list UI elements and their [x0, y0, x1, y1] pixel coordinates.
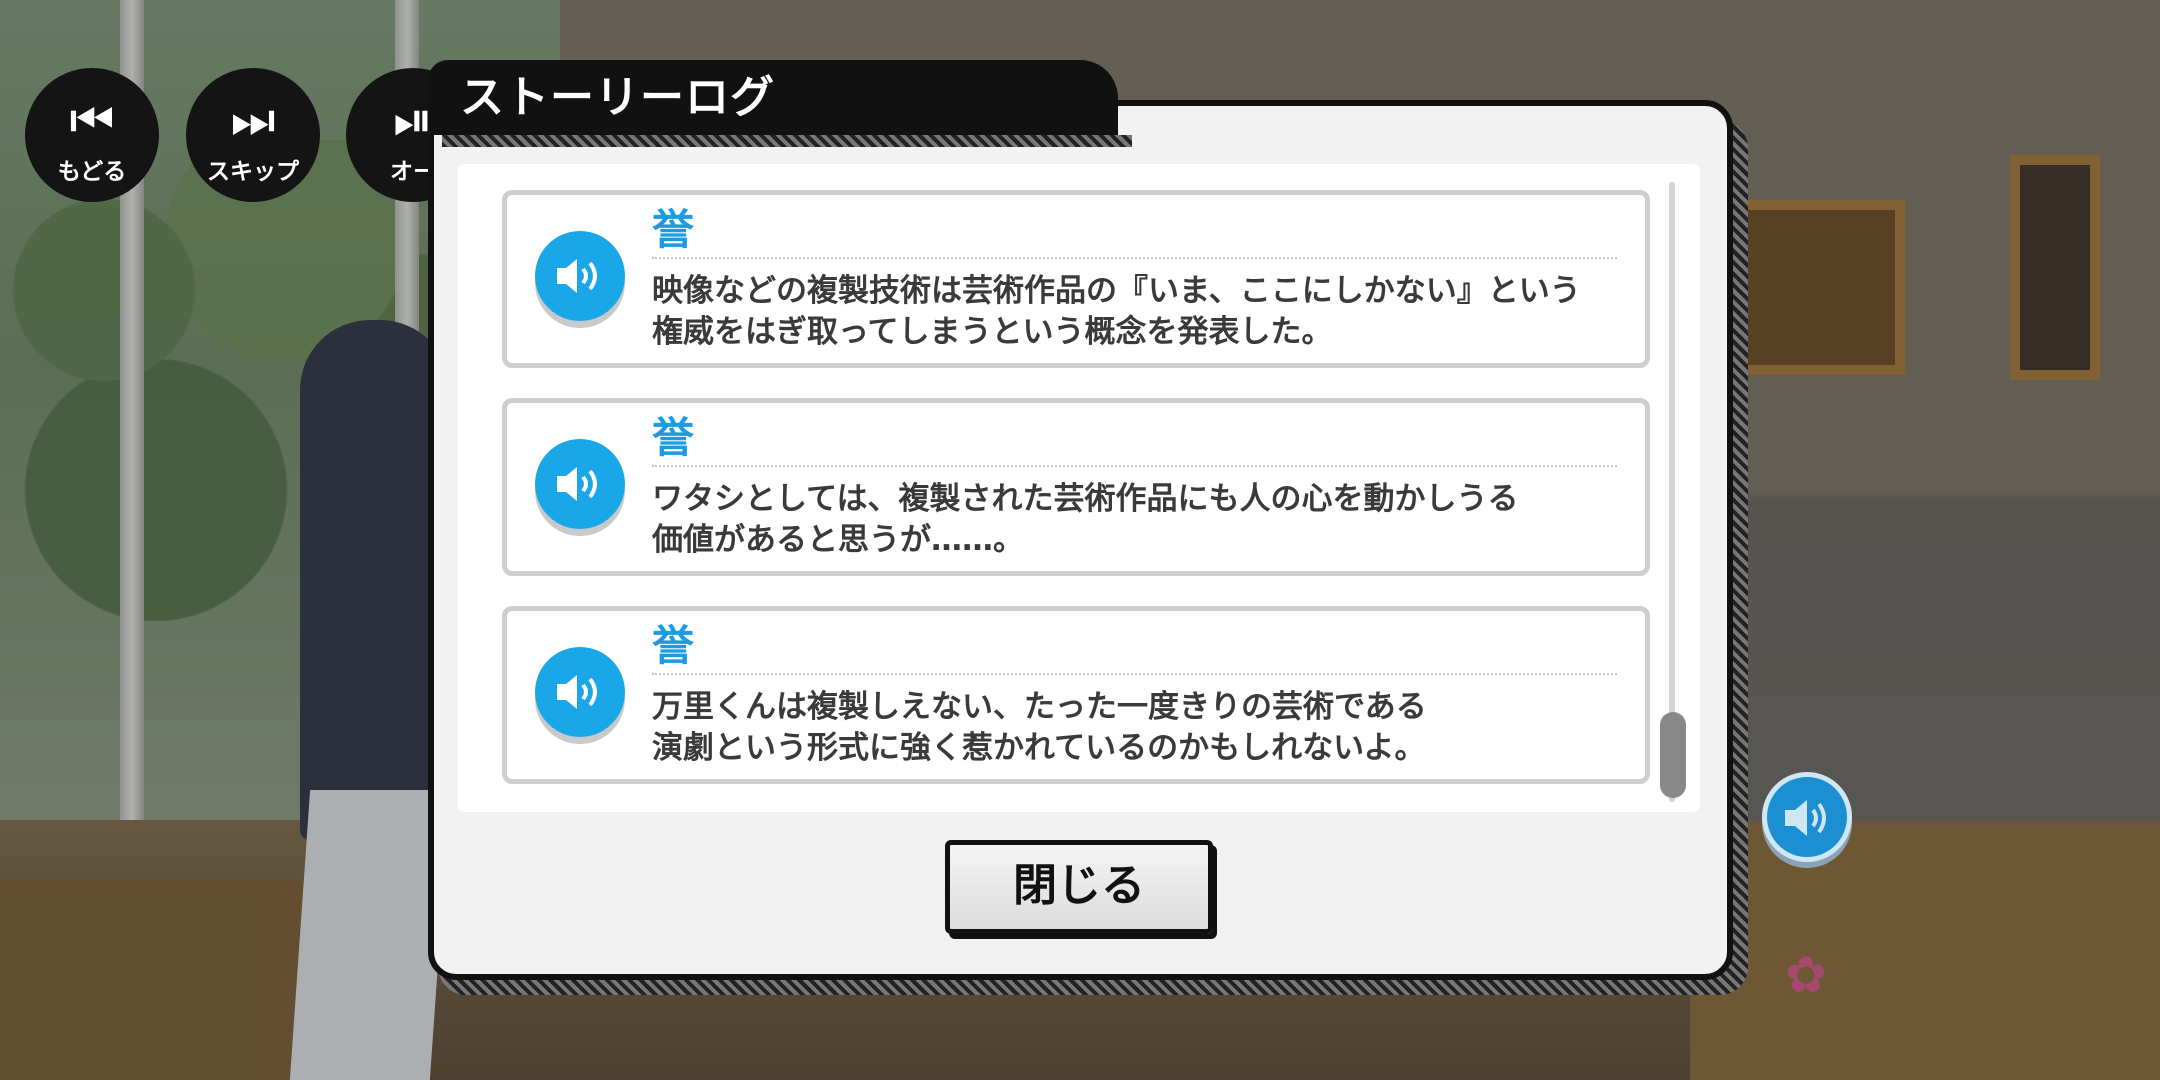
scrollbar-track[interactable]: [1669, 182, 1675, 802]
dialogue-line: 演劇という形式に強く惹かれているのかもしれないよ。: [652, 730, 1426, 766]
back-label: もどる: [57, 159, 127, 185]
dialogue-text: ワタシとしては、複製された芸術作品にも人の心を動かしうる 価値があると思うが………: [652, 479, 1625, 561]
speaker-icon: [557, 259, 597, 293]
divider: [652, 673, 1617, 675]
dialogue-line: 映像などの複製技術は芸術作品の『いま、ここにしかない』という: [652, 273, 1581, 309]
dialogue-text: 映像などの複製技術は芸術作品の『いま、ここにしかない』という 権威をはぎ取ってし…: [652, 271, 1625, 353]
dialog-title: ストーリーログ: [460, 72, 775, 123]
voice-play-button[interactable]: [535, 231, 625, 321]
dialogue-line: ワタシとしては、複製された芸術作品にも人の心を動かしうる: [652, 481, 1519, 517]
back-icon: ⏮: [69, 91, 115, 149]
divider: [652, 257, 1617, 259]
log-entry: 誉 ワタシとしては、複製された芸術作品にも人の心を動かしうる 価値があると思うが…: [502, 398, 1650, 576]
scrollbar-thumb[interactable]: [1660, 712, 1686, 798]
dialogue-line: 万里くんは複製しえない、たった一度きりの芸術である: [652, 689, 1427, 725]
voice-play-button[interactable]: [535, 647, 625, 737]
speaker-icon: [557, 467, 597, 501]
log-entry: 誉 万里くんは複製しえない、たった一度きりの芸術である 演劇という形式に強く惹か…: [502, 606, 1650, 784]
dialogue-line: 価値があると思うが……。: [652, 522, 1024, 558]
tab-shadow: [442, 135, 1132, 147]
speaker-icon: [1785, 800, 1826, 836]
skip-label: スキップ: [207, 159, 299, 185]
voice-play-button[interactable]: [535, 439, 625, 529]
speaker-icon: [557, 675, 597, 709]
log-list[interactable]: 誉 映像などの複製技術は芸術作品の『いま、ここにしかない』という 権威をはぎ取っ…: [458, 164, 1700, 812]
speaker-name: 誉: [652, 205, 695, 254]
log-entry: 誉 映像などの複製技術は芸術作品の『いま、ここにしかない』という 権威をはぎ取っ…: [502, 190, 1650, 368]
dialogue-line: 権威をはぎ取ってしまうという概念を発表した。: [652, 314, 1333, 350]
divider: [652, 465, 1617, 467]
back-button[interactable]: ⏮ もどる: [25, 68, 159, 202]
voice-toggle-button[interactable]: [1762, 772, 1852, 862]
speaker-name: 誉: [652, 413, 695, 462]
dialogue-text: 万里くんは複製しえない、たった一度きりの芸術である 演劇という形式に強く惹かれて…: [652, 687, 1625, 769]
skip-button[interactable]: ⏭ スキップ: [186, 68, 320, 202]
speaker-name: 誉: [652, 621, 695, 670]
skip-icon: ⏭: [230, 91, 276, 149]
close-button[interactable]: 閉じる: [945, 840, 1213, 934]
